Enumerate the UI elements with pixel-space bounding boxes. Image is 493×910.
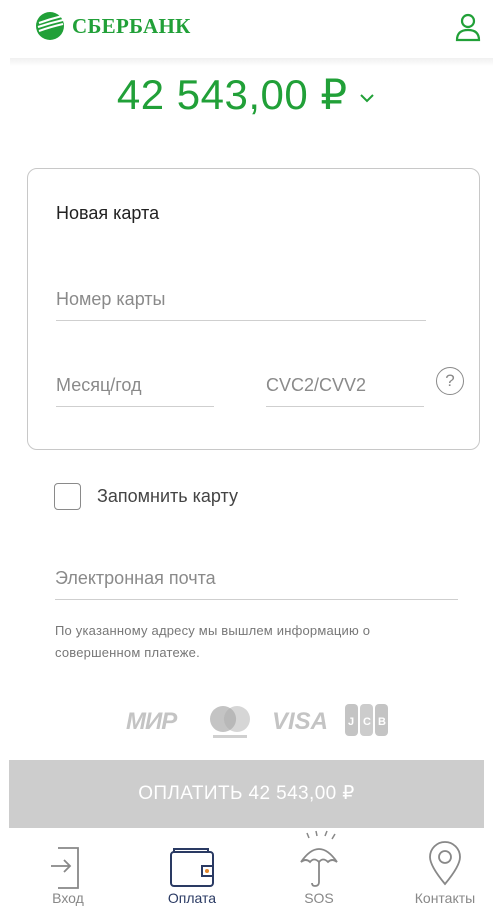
tab-sos-label: SOS [304, 890, 334, 906]
expiry-placeholder: Месяц/год [56, 375, 142, 395]
svg-text:B: B [378, 716, 386, 728]
email-placeholder: Электронная почта [55, 568, 216, 588]
email-field[interactable]: Электронная почта [55, 548, 458, 600]
tab-login[interactable]: Вход [18, 828, 118, 910]
mir-logo: МИР [126, 708, 177, 735]
bottom-tab-bar: Вход Оплата SOS Контакты [0, 828, 493, 910]
svg-text:C: C [363, 716, 371, 728]
remember-card-label: Запомнить карту [97, 486, 238, 506]
header-divider [10, 58, 493, 66]
svg-text:J: J [348, 716, 354, 728]
new-card-form: Новая карта Номер карты Месяц/год CVC2/C… [27, 168, 480, 450]
tab-login-label: Вход [52, 890, 84, 906]
payment-amount: 42 543,00 ₽ [116, 71, 348, 118]
tab-sos[interactable]: SOS [269, 828, 369, 910]
wallet-icon [170, 848, 214, 887]
email-notice: По указанному адресу мы вышлем информаци… [55, 623, 371, 660]
remember-card-checkbox[interactable] [54, 483, 81, 510]
tab-payment-label: Оплата [167, 890, 217, 906]
help-icon[interactable]: ? [436, 367, 464, 395]
chevron-down-icon [360, 93, 374, 102]
pay-button[interactable]: ОПЛАТИТЬ 42 543,00 ₽ [9, 760, 484, 828]
sberbank-logo[interactable]: СБЕРБАНК [34, 10, 191, 42]
visa-logo: VISA [272, 708, 329, 735]
expiry-date-field[interactable]: Месяц/год [56, 355, 214, 407]
mastercard-logo-icon [210, 706, 250, 738]
tab-payment[interactable]: Оплата [142, 828, 242, 910]
user-profile-icon[interactable] [455, 12, 481, 42]
cvc-placeholder: CVC2/CVV2 [266, 375, 367, 395]
login-icon [51, 847, 79, 889]
card-number-placeholder: Номер карты [56, 289, 166, 309]
amount-selector[interactable]: 42 543,00 ₽ [0, 70, 493, 132]
cvc-field[interactable]: CVC2/CVV2 [266, 355, 424, 407]
header: СБЕРБАНК [0, 0, 493, 62]
jcb-logo-icon: J C B [345, 704, 388, 736]
bank-name: СБЕРБАНК [72, 13, 191, 38]
card-form-title: Новая карта [56, 203, 160, 223]
tab-contacts-label: Контакты [414, 890, 476, 906]
payment-systems: МИР VISA J C B [0, 698, 493, 742]
sberbank-logo-icon [36, 12, 64, 40]
umbrella-icon [300, 830, 338, 887]
tab-contacts[interactable]: Контакты [395, 828, 493, 910]
location-pin-icon [429, 841, 461, 886]
card-number-field[interactable]: Номер карты [56, 269, 426, 321]
remember-card-row[interactable]: Запомнить карту [54, 483, 238, 510]
